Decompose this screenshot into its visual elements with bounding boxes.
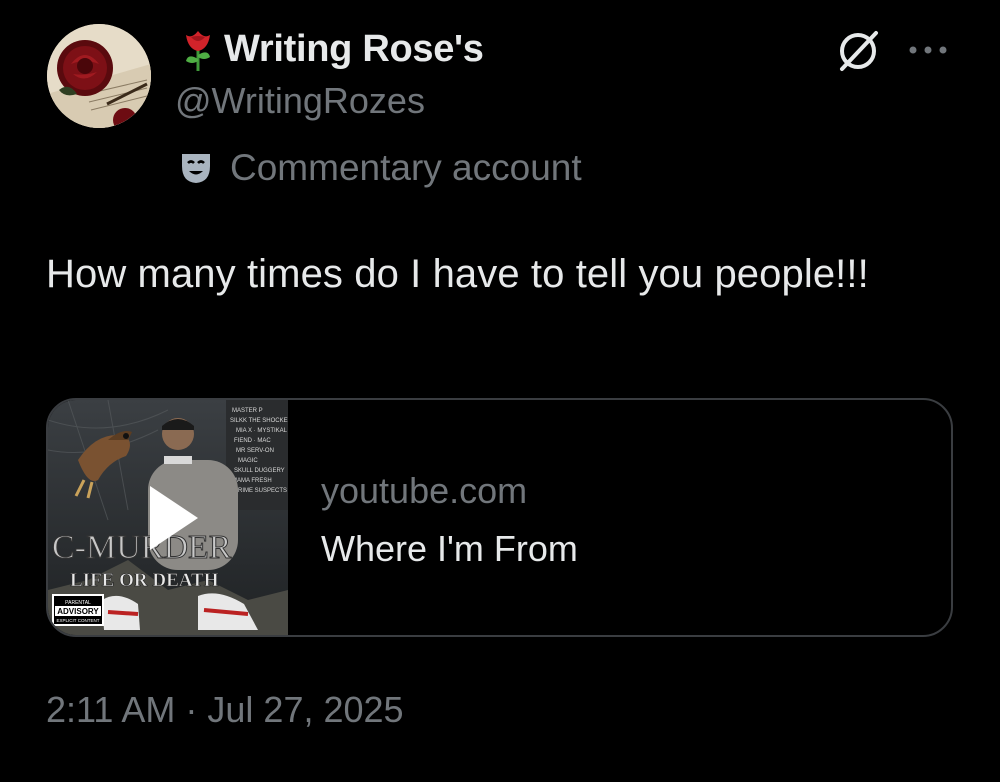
link-card-thumbnail[interactable]: MASTER P SILKK THE SHOCKER MIA X · MYSTI… <box>48 400 288 635</box>
account-label-text: Commentary account <box>230 147 582 188</box>
tweet-text: How many times do I have to tell you peo… <box>46 252 869 296</box>
more-horizontal-icon[interactable] <box>906 40 950 60</box>
svg-text:PRIME SUSPECTS: PRIME SUSPECTS <box>234 488 287 494</box>
avatar-rose-image <box>47 24 151 128</box>
youtube-link-card[interactable]: MASTER P SILKK THE SHOCKER MIA X · MYSTI… <box>46 398 953 637</box>
author-name-row[interactable]: Writing Rose's <box>180 24 484 74</box>
link-card-domain: youtube.com <box>321 470 528 511</box>
author-display-name[interactable]: Writing Rose's <box>224 28 484 71</box>
svg-text:MAGIC: MAGIC <box>238 458 258 464</box>
link-card-title: Where I'm From <box>321 528 578 569</box>
tweet-timestamp[interactable]: 2:11 AM · Jul 27, 2025 <box>46 689 404 731</box>
svg-text:EXPLICIT CONTENT: EXPLICIT CONTENT <box>57 618 100 623</box>
svg-text:ADVISORY: ADVISORY <box>57 607 99 616</box>
svg-text:MIA X · MYSTIKAL: MIA X · MYSTIKAL <box>236 428 288 434</box>
theater-mask-icon <box>182 154 210 183</box>
grok-icon[interactable] <box>834 27 882 75</box>
rose-emoji-icon <box>186 31 210 71</box>
album-artist-text: C-MURDER <box>52 529 232 566</box>
author-handle[interactable]: @WritingRozes <box>175 80 425 122</box>
svg-text:FIEND · MAC: FIEND · MAC <box>234 438 271 444</box>
svg-text:MR SERV-ON: MR SERV-ON <box>236 448 274 454</box>
svg-text:PARENTAL: PARENTAL <box>65 600 91 606</box>
author-avatar[interactable] <box>47 24 151 128</box>
svg-text:MAMA FRESH: MAMA FRESH <box>232 478 272 484</box>
parental-advisory-label: PARENTAL ADVISORY EXPLICIT CONTENT <box>52 594 104 626</box>
album-title-text: LIFE OR DEATH <box>70 570 219 591</box>
svg-text:SKULL DUGGERY: SKULL DUGGERY <box>234 468 285 474</box>
svg-text:MASTER P: MASTER P <box>232 408 263 414</box>
album-cover-image: MASTER P SILKK THE SHOCKER MIA X · MYSTI… <box>48 400 288 635</box>
svg-text:SILKK THE SHOCKER: SILKK THE SHOCKER <box>230 418 288 424</box>
account-label: Commentary account <box>178 144 582 192</box>
